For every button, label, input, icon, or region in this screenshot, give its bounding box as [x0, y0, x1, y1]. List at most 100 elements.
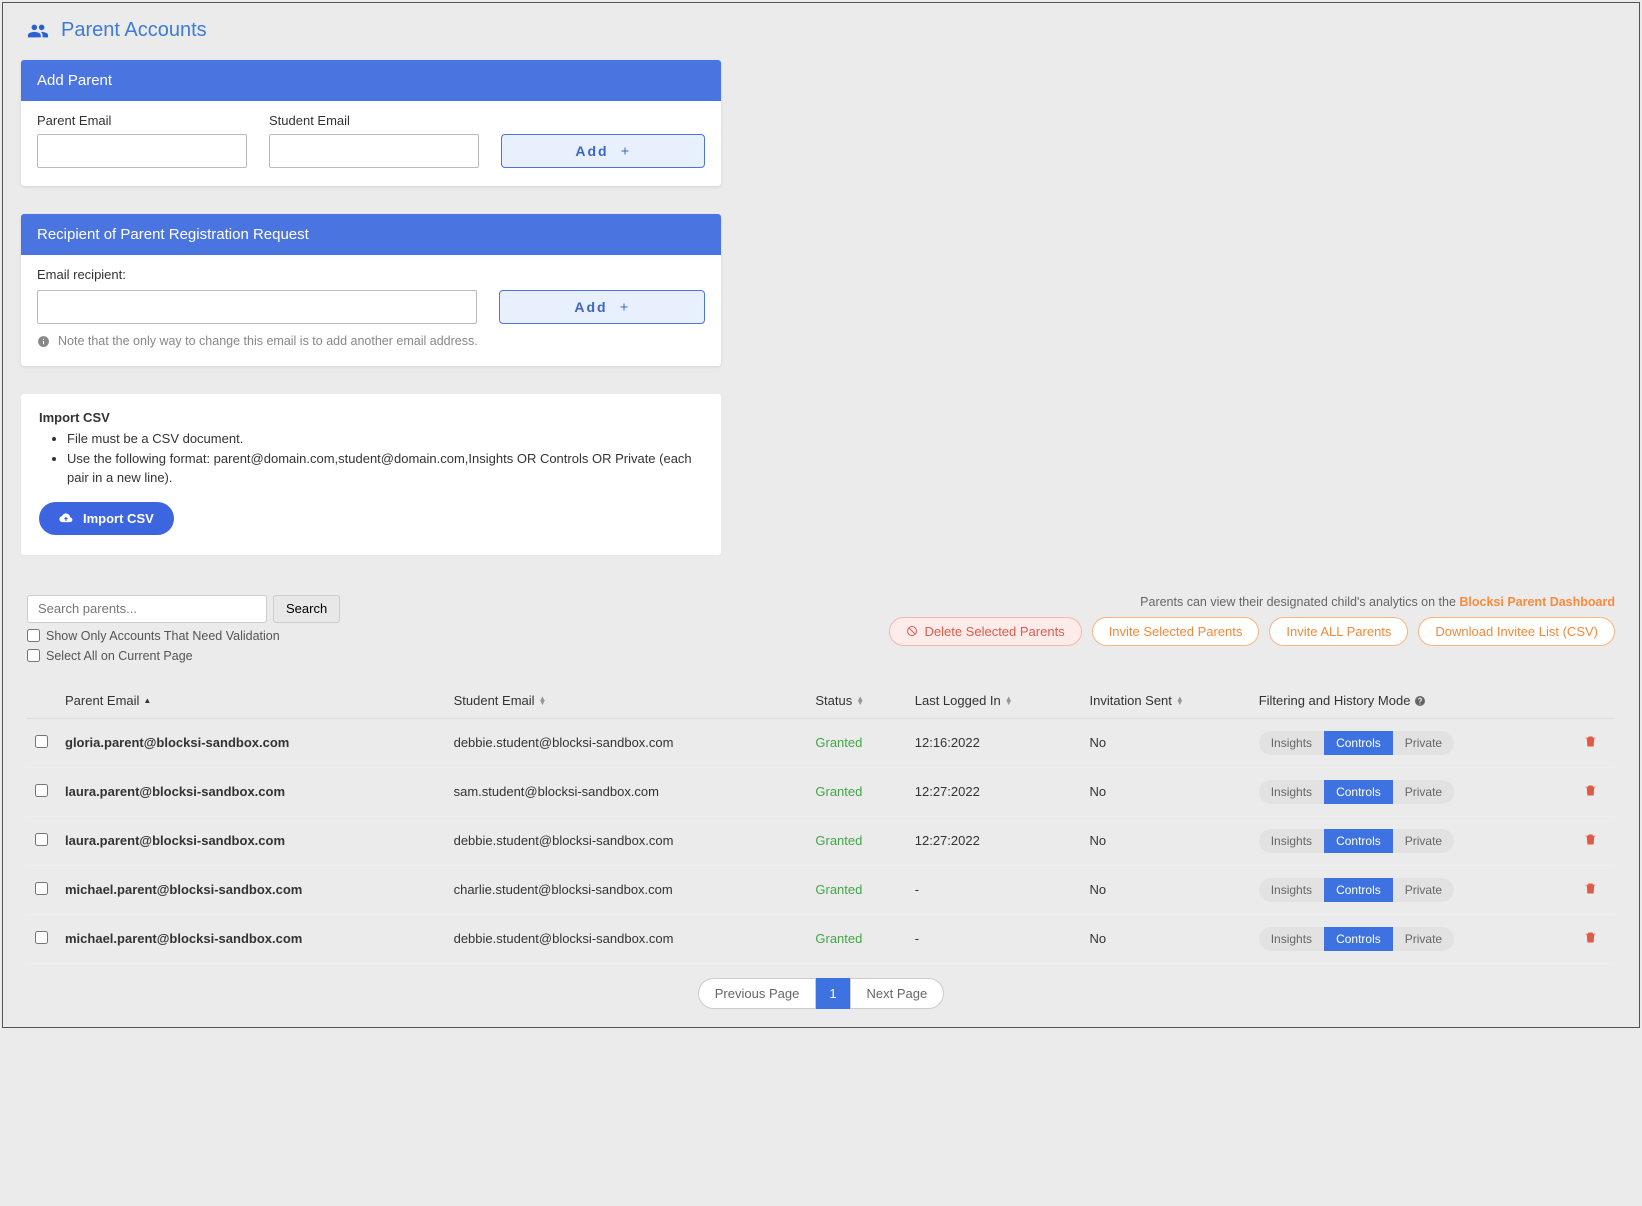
- col-student-email[interactable]: Student Email▲▼: [446, 683, 808, 719]
- mode-insights[interactable]: Insights: [1259, 878, 1324, 902]
- trash-icon: [1583, 832, 1598, 847]
- ban-icon: [906, 625, 918, 637]
- cell-parent-email: laura.parent@blocksi-sandbox.com: [57, 767, 446, 816]
- delete-row-button[interactable]: [1583, 734, 1598, 752]
- mode-private[interactable]: Private: [1393, 927, 1454, 951]
- col-parent-email[interactable]: Parent Email▲: [57, 683, 446, 719]
- delete-selected-button[interactable]: Delete Selected Parents: [889, 617, 1081, 646]
- mode-controls[interactable]: Controls: [1324, 780, 1393, 804]
- col-status[interactable]: Status▲▼: [807, 683, 906, 719]
- dashboard-link[interactable]: Blocksi Parent Dashboard: [1459, 595, 1615, 609]
- show-only-validation-label: Show Only Accounts That Need Validation: [46, 629, 280, 643]
- cell-last-logged: 12:27:2022: [907, 767, 1082, 816]
- cell-status: Granted: [807, 865, 906, 914]
- row-checkbox[interactable]: [35, 882, 48, 895]
- col-invitation-sent[interactable]: Invitation Sent▲▼: [1082, 683, 1251, 719]
- table-row: michael.parent@blocksi-sandbox.comcharli…: [27, 865, 1615, 914]
- recipient-note-text: Note that the only way to change this em…: [58, 334, 478, 348]
- mode-controls[interactable]: Controls: [1324, 829, 1393, 853]
- mode-private[interactable]: Private: [1393, 878, 1454, 902]
- recipient-note: Note that the only way to change this em…: [37, 334, 705, 348]
- email-recipient-input[interactable]: [37, 290, 477, 324]
- import-csv-card: Import CSV File must be a CSV document. …: [21, 394, 721, 555]
- cell-invitation: No: [1082, 914, 1251, 963]
- cell-student-email: debbie.student@blocksi-sandbox.com: [446, 914, 808, 963]
- cell-parent-email: michael.parent@blocksi-sandbox.com: [57, 914, 446, 963]
- question-icon[interactable]: [1414, 695, 1426, 707]
- trash-icon: [1583, 930, 1598, 945]
- select-all-label: Select All on Current Page: [46, 649, 193, 663]
- delete-selected-label: Delete Selected Parents: [924, 624, 1064, 639]
- import-bullet-2: Use the following format: parent@domain.…: [67, 449, 703, 488]
- mode-insights[interactable]: Insights: [1259, 829, 1324, 853]
- cell-last-logged: -: [907, 865, 1082, 914]
- import-csv-title: Import CSV: [39, 410, 703, 425]
- mode-private[interactable]: Private: [1393, 829, 1454, 853]
- cell-student-email: debbie.student@blocksi-sandbox.com: [446, 816, 808, 865]
- add-parent-button[interactable]: Add: [501, 134, 705, 168]
- cell-parent-email: laura.parent@blocksi-sandbox.com: [57, 816, 446, 865]
- cell-invitation: No: [1082, 767, 1251, 816]
- table-row: laura.parent@blocksi-sandbox.comsam.stud…: [27, 767, 1615, 816]
- search-input[interactable]: [27, 595, 267, 623]
- row-checkbox[interactable]: [35, 784, 48, 797]
- page-number-1[interactable]: 1: [816, 978, 849, 1009]
- import-csv-btn-label: Import CSV: [83, 511, 154, 526]
- recipient-card: Recipient of Parent Registration Request…: [21, 214, 721, 366]
- row-checkbox[interactable]: [35, 931, 48, 944]
- delete-row-button[interactable]: [1583, 930, 1598, 948]
- row-checkbox[interactable]: [35, 833, 48, 846]
- cell-invitation: No: [1082, 718, 1251, 767]
- pagination: Previous Page 1 Next Page: [27, 978, 1615, 1009]
- add-button-label: Add: [575, 143, 608, 159]
- mode-private[interactable]: Private: [1393, 731, 1454, 755]
- parent-email-input[interactable]: [37, 134, 247, 168]
- cell-student-email: sam.student@blocksi-sandbox.com: [446, 767, 808, 816]
- mode-toggle: InsightsControlsPrivate: [1259, 829, 1454, 853]
- table-row: michael.parent@blocksi-sandbox.comdebbie…: [27, 914, 1615, 963]
- info-icon: [37, 335, 50, 348]
- cell-last-logged: -: [907, 914, 1082, 963]
- mode-controls[interactable]: Controls: [1324, 731, 1393, 755]
- invite-selected-button[interactable]: Invite Selected Parents: [1092, 617, 1260, 646]
- parents-table-section: Search Show Only Accounts That Need Vali…: [21, 595, 1621, 1009]
- mode-insights[interactable]: Insights: [1259, 780, 1324, 804]
- mode-controls[interactable]: Controls: [1324, 878, 1393, 902]
- invite-all-button[interactable]: Invite ALL Parents: [1269, 617, 1408, 646]
- mode-toggle: InsightsControlsPrivate: [1259, 878, 1454, 902]
- col-last-logged[interactable]: Last Logged In▲▼: [907, 683, 1082, 719]
- cell-last-logged: 12:16:2022: [907, 718, 1082, 767]
- prev-page-button[interactable]: Previous Page: [698, 978, 817, 1009]
- student-email-input[interactable]: [269, 134, 479, 168]
- import-csv-button[interactable]: Import CSV: [39, 502, 174, 535]
- student-email-label: Student Email: [269, 113, 479, 128]
- select-all-checkbox[interactable]: [27, 649, 40, 662]
- show-only-validation-checkbox[interactable]: [27, 629, 40, 642]
- cell-last-logged: 12:27:2022: [907, 816, 1082, 865]
- mode-private[interactable]: Private: [1393, 780, 1454, 804]
- download-invitee-button[interactable]: Download Invitee List (CSV): [1418, 617, 1615, 646]
- cloud-upload-icon: [59, 511, 73, 525]
- add-recipient-button[interactable]: Add: [499, 290, 705, 324]
- trash-icon: [1583, 881, 1598, 896]
- add-parent-header: Add Parent: [21, 60, 721, 101]
- delete-row-button[interactable]: [1583, 783, 1598, 801]
- cell-parent-email: gloria.parent@blocksi-sandbox.com: [57, 718, 446, 767]
- cell-status: Granted: [807, 914, 906, 963]
- info-text: Parents can view their designated child'…: [889, 595, 1615, 609]
- row-checkbox[interactable]: [35, 735, 48, 748]
- delete-row-button[interactable]: [1583, 832, 1598, 850]
- mode-controls[interactable]: Controls: [1324, 927, 1393, 951]
- cell-invitation: No: [1082, 816, 1251, 865]
- cell-parent-email: michael.parent@blocksi-sandbox.com: [57, 865, 446, 914]
- next-page-button[interactable]: Next Page: [850, 978, 945, 1009]
- cell-student-email: debbie.student@blocksi-sandbox.com: [446, 718, 808, 767]
- table-row: gloria.parent@blocksi-sandbox.comdebbie.…: [27, 718, 1615, 767]
- cell-status: Granted: [807, 767, 906, 816]
- search-button[interactable]: Search: [273, 595, 340, 623]
- mode-insights[interactable]: Insights: [1259, 731, 1324, 755]
- mode-insights[interactable]: Insights: [1259, 927, 1324, 951]
- table-row: laura.parent@blocksi-sandbox.comdebbie.s…: [27, 816, 1615, 865]
- delete-row-button[interactable]: [1583, 881, 1598, 899]
- add-recipient-label: Add: [574, 299, 607, 315]
